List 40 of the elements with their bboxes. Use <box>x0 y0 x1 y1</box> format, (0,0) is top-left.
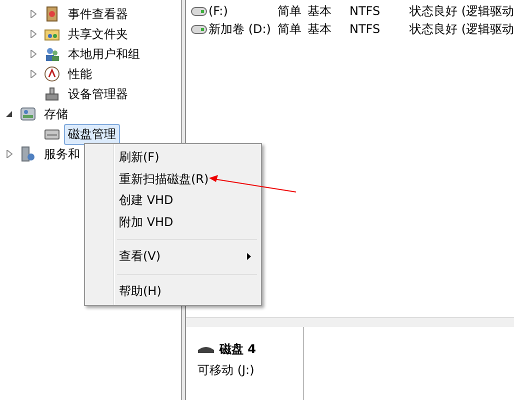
gauge-icon <box>44 66 60 82</box>
menu-item[interactable]: 刷新(F) <box>87 147 259 168</box>
file-system-cell-text: NTFS <box>350 4 382 18</box>
menu-item[interactable]: 重新扫描磁盘(R) <box>87 168 259 190</box>
type-cell-text: 基本 <box>308 2 332 20</box>
type-cell-text: 基本 <box>308 20 332 38</box>
expand-icon[interactable] <box>29 50 37 58</box>
menu-item[interactable]: 查看(V) <box>87 246 259 268</box>
drive-icon <box>190 24 206 34</box>
storage-icon <box>20 106 36 122</box>
tree-item[interactable]: 磁盘管理 <box>64 124 120 144</box>
tree-item[interactable]: 设备管理器 <box>64 84 132 104</box>
submenu-arrow-icon <box>247 253 251 260</box>
status-cell: 状态良好 (逻辑驱动 <box>410 20 514 38</box>
menu-item[interactable]: 附加 VHD <box>87 212 259 233</box>
drive-icon <box>190 6 206 16</box>
event-viewer-icon <box>44 6 60 22</box>
tree-item[interactable]: 服务和 <box>40 144 84 164</box>
layout-cell-text: 简单 <box>278 20 302 38</box>
expand-icon[interactable] <box>29 70 37 78</box>
collapse-icon[interactable] <box>5 110 13 118</box>
volume-name: 新加卷 (D:) <box>208 20 271 38</box>
disk-type: 可移动 (J:) <box>198 362 256 379</box>
tree-item[interactable]: 共享文件夹 <box>64 24 132 44</box>
file-system-cell-text: NTFS <box>350 22 382 36</box>
expand-icon[interactable] <box>29 10 37 18</box>
menu-item[interactable]: 帮助(H) <box>87 280 259 302</box>
tree-item[interactable]: 性能 <box>64 64 96 84</box>
tree-item[interactable]: 本地用户和组 <box>64 44 144 64</box>
disk-title: 磁盘 4 <box>220 341 256 358</box>
tree-item[interactable]: 事件查看器 <box>64 4 132 24</box>
expand-icon[interactable] <box>5 150 13 158</box>
device-icon <box>44 86 60 102</box>
expand-icon[interactable] <box>29 30 37 38</box>
volume-name: (F:) <box>208 4 228 18</box>
tree-item[interactable]: 存储 <box>40 104 72 124</box>
layout-cell-text: 简单 <box>278 2 302 20</box>
users-icon <box>44 46 60 62</box>
menu-item[interactable]: 创建 VHD <box>87 190 259 212</box>
status-cell: 状态良好 (逻辑驱动 <box>410 2 514 20</box>
